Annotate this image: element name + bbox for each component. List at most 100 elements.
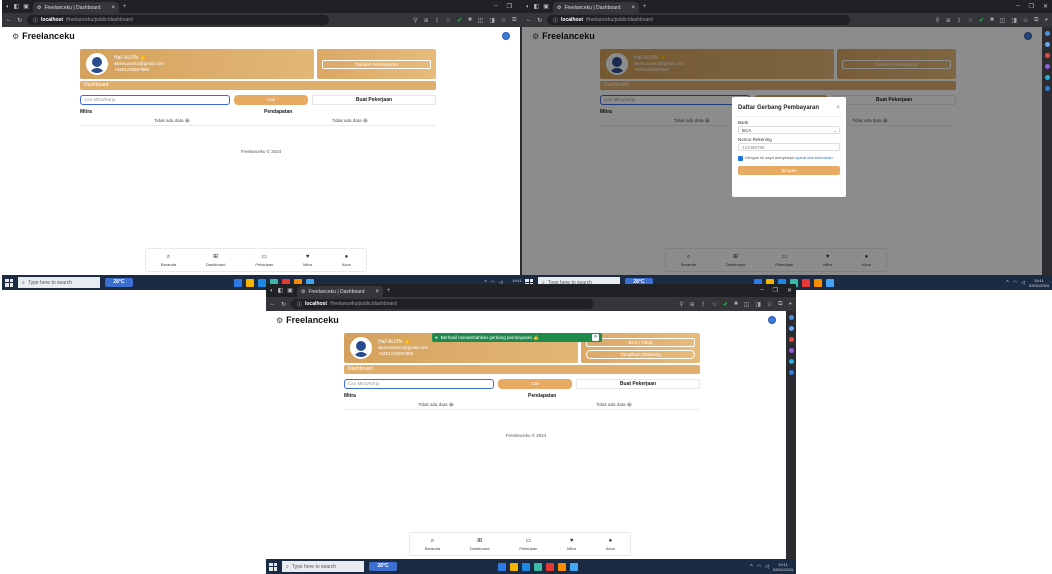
weather-widget[interactable]: 28°C — [369, 562, 397, 571]
show-account-button[interactable]: Tampilkan Rekening — [585, 349, 696, 359]
maximize-button[interactable]: ❐ — [1029, 3, 1034, 10]
add-payment-button[interactable]: Tambah Pembayaran — [321, 59, 432, 69]
search-button[interactable]: Cari — [498, 379, 572, 389]
url-field[interactable]: ⓘ localhost /freelanceku/public/dashboar… — [291, 299, 594, 309]
wifi-icon[interactable]: ◠ — [1013, 280, 1017, 286]
chrome-icon[interactable] — [802, 278, 810, 287]
tab-close-icon[interactable]: × — [111, 5, 115, 11]
nav-pekerjaan[interactable]: ▭ Pekerjaan — [519, 538, 537, 551]
download-icon[interactable]: ■ — [990, 17, 994, 24]
sidebar-icon[interactable]: ◨ — [755, 301, 761, 308]
terms-link[interactable]: syarat dan ketentuan — [795, 155, 832, 160]
volume-icon[interactable]: ◁ — [765, 564, 769, 570]
taskbar-search[interactable]: ⌕ Type here to search — [282, 561, 364, 572]
modal-close-icon[interactable]: × — [836, 105, 840, 111]
edge-icon[interactable] — [258, 278, 266, 287]
close-button[interactable]: ✕ — [1043, 3, 1048, 10]
vscode-icon[interactable] — [234, 278, 242, 287]
favorites-icon[interactable]: ✩ — [501, 17, 506, 24]
file-explorer-icon[interactable] — [246, 278, 254, 287]
toast-close-icon[interactable]: ✕ — [592, 334, 599, 341]
user-avatar[interactable] — [502, 32, 510, 40]
chrome-icon[interactable] — [546, 562, 554, 571]
zoom-icon[interactable]: ⊕ — [946, 17, 951, 24]
nav-mitra[interactable]: ♥ Mitra — [303, 254, 312, 267]
post-job-button[interactable]: Buat Pekerjaan — [312, 95, 436, 105]
copilot-icon[interactable]: ◕ — [788, 301, 792, 308]
outlook-icon[interactable] — [1044, 86, 1050, 91]
search-button[interactable]: Cari — [234, 95, 308, 105]
collections-icon[interactable]: ⧉ — [1034, 17, 1038, 24]
back-icon[interactable]: ← — [270, 301, 276, 307]
xampp-icon[interactable] — [558, 562, 566, 571]
reload-icon[interactable]: ↻ — [281, 301, 286, 308]
workspace-icon[interactable]: ▣ — [543, 4, 549, 10]
url-field[interactable]: ⓘ localhost /freelanceku/public/dashboar… — [27, 15, 329, 25]
store-icon[interactable] — [826, 278, 834, 287]
tab-search-icon[interactable]: ◧ — [14, 4, 20, 10]
file-explorer-icon[interactable] — [510, 562, 518, 571]
store-icon[interactable] — [570, 562, 578, 571]
outlook-icon[interactable] — [788, 370, 794, 375]
tools-icon[interactable] — [788, 359, 794, 364]
clock[interactable]: 19:1102/01/2024 — [1029, 278, 1049, 288]
copilot-sidebar-icon[interactable] — [1044, 42, 1050, 47]
profile-icon[interactable]: ◐ — [6, 4, 10, 10]
browser-tab[interactable]: ⚙ Freelanceku | Dashboard × — [32, 2, 119, 13]
share-icon[interactable]: ⇪ — [701, 301, 706, 308]
minimize-button[interactable]: – — [760, 287, 763, 294]
translate-icon[interactable]: ⚲ — [935, 17, 939, 24]
nav-beranda[interactable]: ⌕ Beranda — [425, 538, 440, 551]
shopping-icon[interactable] — [788, 337, 794, 342]
reload-icon[interactable]: ↻ — [537, 17, 542, 24]
profile-icon[interactable]: ◐ — [526, 4, 530, 10]
terms-checkbox[interactable] — [738, 156, 743, 161]
extension-icon[interactable]: ✔ — [723, 301, 728, 308]
nav-dashboard[interactable]: ⊞ Dashboard — [470, 538, 490, 551]
share-icon[interactable]: ⇪ — [957, 17, 962, 24]
taskbar-search[interactable]: ⌕ Type here to search — [18, 277, 100, 288]
user-avatar[interactable] — [768, 316, 776, 324]
reload-icon[interactable]: ↻ — [17, 17, 22, 24]
clock[interactable]: 19:1102/01/2024 — [773, 562, 793, 572]
collections-icon[interactable]: ⧉ — [778, 301, 782, 308]
nav-dashboard[interactable]: ⊞ Dashboard — [206, 254, 226, 267]
windows-start-icon[interactable] — [269, 562, 277, 571]
split-icon[interactable]: ◫ — [1000, 17, 1006, 24]
nav-akun[interactable]: ● Akun — [606, 538, 615, 551]
nav-akun[interactable]: ● Akun — [342, 254, 351, 267]
new-tab-icon[interactable]: + — [123, 4, 127, 10]
wifi-icon[interactable]: ◠ — [757, 564, 761, 570]
sidebar-icon[interactable]: ◨ — [489, 17, 495, 24]
nav-mitra[interactable]: ♥ Mitra — [567, 538, 576, 551]
new-tab-icon[interactable]: + — [643, 4, 647, 10]
zoom-icon[interactable]: ⊕ — [690, 301, 695, 308]
tab-close-icon[interactable]: × — [375, 289, 379, 295]
copilot-icon[interactable]: ◕ — [1044, 17, 1048, 24]
edge-icon[interactable] — [522, 562, 530, 571]
tab-search-icon[interactable]: ◧ — [278, 288, 284, 294]
minimize-button[interactable]: – — [494, 3, 497, 10]
copilot-sidebar-icon[interactable] — [788, 326, 794, 331]
collections-icon[interactable]: ⧉ — [512, 17, 516, 24]
back-icon[interactable]: ← — [526, 17, 532, 23]
workspace-icon[interactable]: ▣ — [287, 288, 293, 294]
payment-bank-button[interactable]: BCA | Tutup — [585, 337, 696, 347]
new-tab-icon[interactable]: + — [387, 288, 391, 294]
browser-tab[interactable]: ⚙ Freelanceku | Dashboard × — [296, 286, 383, 297]
brand-title[interactable]: Freelanceku — [22, 31, 75, 41]
extension-icon[interactable]: ✔ — [457, 17, 462, 24]
extension-icon[interactable]: ✔ — [979, 17, 984, 24]
save-button[interactable]: Simpan — [738, 166, 840, 175]
translate-icon[interactable]: ⚲ — [413, 17, 417, 24]
maximize-button[interactable]: ❐ — [773, 287, 778, 294]
volume-icon[interactable]: ◁ — [1021, 280, 1025, 286]
search-input[interactable]: Cari Mitra/Kerja — [80, 95, 230, 105]
nav-beranda[interactable]: ⌕ Beranda — [161, 254, 176, 267]
maximize-button[interactable]: ❐ — [507, 3, 512, 10]
browser-tab[interactable]: ⚙ Freelanceku | Dashboard × — [552, 2, 639, 13]
split-icon[interactable]: ◫ — [744, 301, 750, 308]
search-sidebar-icon[interactable] — [1044, 31, 1050, 36]
download-icon[interactable]: ■ — [468, 17, 472, 24]
close-button[interactable]: ✕ — [787, 287, 792, 294]
